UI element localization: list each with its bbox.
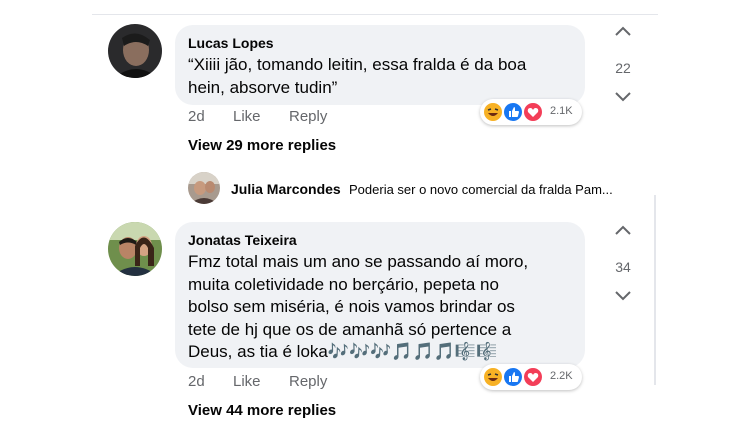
comment-text: “Xiiii jão, tomando leitin, essa fralda … (188, 54, 526, 99)
reply-text: Poderia ser o novo comercial da fralda P… (349, 182, 613, 197)
comment-line: muita coletividade no berçário, pepeta n… (188, 274, 499, 294)
reply-link[interactable]: Reply (289, 373, 327, 390)
comment-line: “Xiiii jão, tomando leitin, essa fralda … (188, 55, 527, 74)
downvote-icon[interactable] (610, 287, 636, 305)
reactions-summary[interactable]: 2.1K (480, 99, 582, 125)
like-link[interactable]: Like (233, 108, 261, 125)
vote-count: 22 (615, 60, 631, 76)
view-more-replies[interactable]: View 44 more replies (188, 402, 336, 419)
comment-line: Deus, as tia é loka🎶🎶🎶🎵🎵🎵🎼🎼 (188, 342, 498, 361)
avatar-photo (108, 222, 162, 276)
reply-author[interactable]: Julia Marcondes (231, 181, 341, 197)
comment-text: Fmz total mais um ano se passando aí mor… (188, 251, 528, 364)
downvote-icon[interactable] (610, 88, 636, 106)
avatar-photo (188, 172, 220, 204)
comment-line: bolso sem miséria, é nois vamos brindar … (188, 297, 515, 316)
comment-author[interactable]: Jonatas Teixeira (188, 232, 297, 248)
upvote-icon[interactable] (610, 221, 636, 239)
reactions-summary[interactable]: 2.2K (480, 364, 582, 390)
comment-line: tete de hj que os de amanhã só pertence … (188, 319, 512, 339)
vote-widget: 22 (610, 22, 636, 111)
vote-widget: 34 (610, 221, 636, 310)
haha-icon (482, 366, 504, 388)
avatar-photo (108, 24, 162, 78)
comment-line: hein, absorve tudin” (188, 77, 338, 97)
comment-line: Fmz total mais um ano se passando aí mor… (188, 252, 529, 271)
divider (92, 14, 658, 15)
reply-link[interactable]: Reply (289, 108, 327, 125)
love-icon (522, 366, 544, 388)
comment-time[interactable]: 2d (188, 108, 205, 125)
view-more-replies[interactable]: View 29 more replies (188, 137, 336, 154)
reactions-count: 2.2K (550, 370, 573, 382)
scrollbar-track[interactable] (654, 195, 656, 385)
comment-author[interactable]: Lucas Lopes (188, 35, 274, 51)
love-icon (522, 101, 544, 123)
comment-actions: 2d Like Reply (188, 108, 388, 128)
reactions-count: 2.1K (550, 105, 573, 117)
upvote-icon[interactable] (610, 22, 636, 40)
like-icon (502, 101, 524, 123)
like-link[interactable]: Like (233, 373, 261, 390)
comment-actions: 2d Like Reply (188, 373, 388, 393)
like-icon (502, 366, 524, 388)
comment-time[interactable]: 2d (188, 373, 205, 390)
avatar[interactable] (108, 222, 162, 276)
vote-count: 34 (615, 259, 631, 275)
haha-icon (482, 101, 504, 123)
avatar[interactable] (108, 24, 162, 78)
avatar[interactable] (188, 172, 220, 204)
